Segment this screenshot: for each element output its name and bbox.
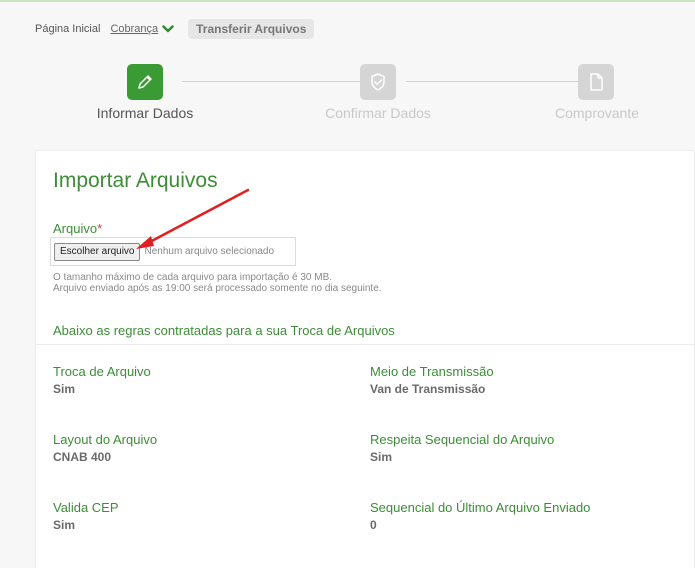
rule-value: Sim xyxy=(53,382,76,396)
step-connector xyxy=(406,81,578,82)
file-status-text: Nenhum arquivo selecionado xyxy=(144,246,275,257)
rule-label: Troca de Arquivo xyxy=(53,364,151,379)
rule-value: Sim xyxy=(370,450,393,464)
rule-label: Meio de Transmissão xyxy=(370,364,494,379)
help-line: O tamanho máximo de cada arquivo para im… xyxy=(53,272,333,283)
breadcrumb: Página Inicial Cobrança Transferir Arqui… xyxy=(35,18,315,40)
divider xyxy=(36,344,694,345)
rules-title: Abaixo as regras contratadas para a sua … xyxy=(53,323,395,338)
choose-file-button[interactable]: Escolher arquivo xyxy=(54,242,141,261)
required-mark: * xyxy=(97,221,103,236)
progress-stepper: Informar Dados Confirmar Dados Comprovan… xyxy=(0,60,695,130)
rule-value: 0 xyxy=(370,518,377,532)
breadcrumb-current: Transferir Arquivos xyxy=(188,19,315,39)
rule-label: Valida CEP xyxy=(53,500,119,515)
import-files-card: Importar Arquivos Arquivo* Escolher arqu… xyxy=(35,150,695,568)
pencil-icon xyxy=(127,64,163,100)
rule-label: Layout do Arquivo xyxy=(53,432,158,447)
step-label-informar-dados: Informar Dados xyxy=(96,105,194,121)
rule-value: Sim xyxy=(53,518,76,532)
top-border-line xyxy=(0,0,695,2)
breadcrumb-cobranca-link[interactable]: Cobrança xyxy=(110,23,158,35)
file-field-label-text: Arquivo xyxy=(53,221,98,236)
file-field-label: Arquivo* xyxy=(53,221,102,236)
rule-value: Van de Transmissão xyxy=(370,382,486,396)
step-label-confirmar-dados: Confirmar Dados xyxy=(325,105,431,121)
step-label-comprovante: Comprovante xyxy=(554,105,640,121)
step-connector xyxy=(182,81,360,82)
rule-value: CNAB 400 xyxy=(53,450,112,464)
card-title: Importar Arquivos xyxy=(53,169,218,192)
document-icon xyxy=(578,64,614,100)
chevron-down-icon[interactable] xyxy=(162,22,176,36)
rule-label: Sequencial do Último Arquivo Enviado xyxy=(370,500,591,515)
breadcrumb-home[interactable]: Página Inicial xyxy=(35,23,100,35)
shield-check-icon xyxy=(360,64,396,100)
rule-label: Respeita Sequencial do Arquivo xyxy=(370,432,555,447)
file-input[interactable]: Escolher arquivo Nenhum arquivo selecion… xyxy=(50,237,296,266)
upload-help-text: O tamanho máximo de cada arquivo para im… xyxy=(53,272,382,294)
help-line: Arquivo enviado após as 19:00 será proce… xyxy=(53,283,382,294)
